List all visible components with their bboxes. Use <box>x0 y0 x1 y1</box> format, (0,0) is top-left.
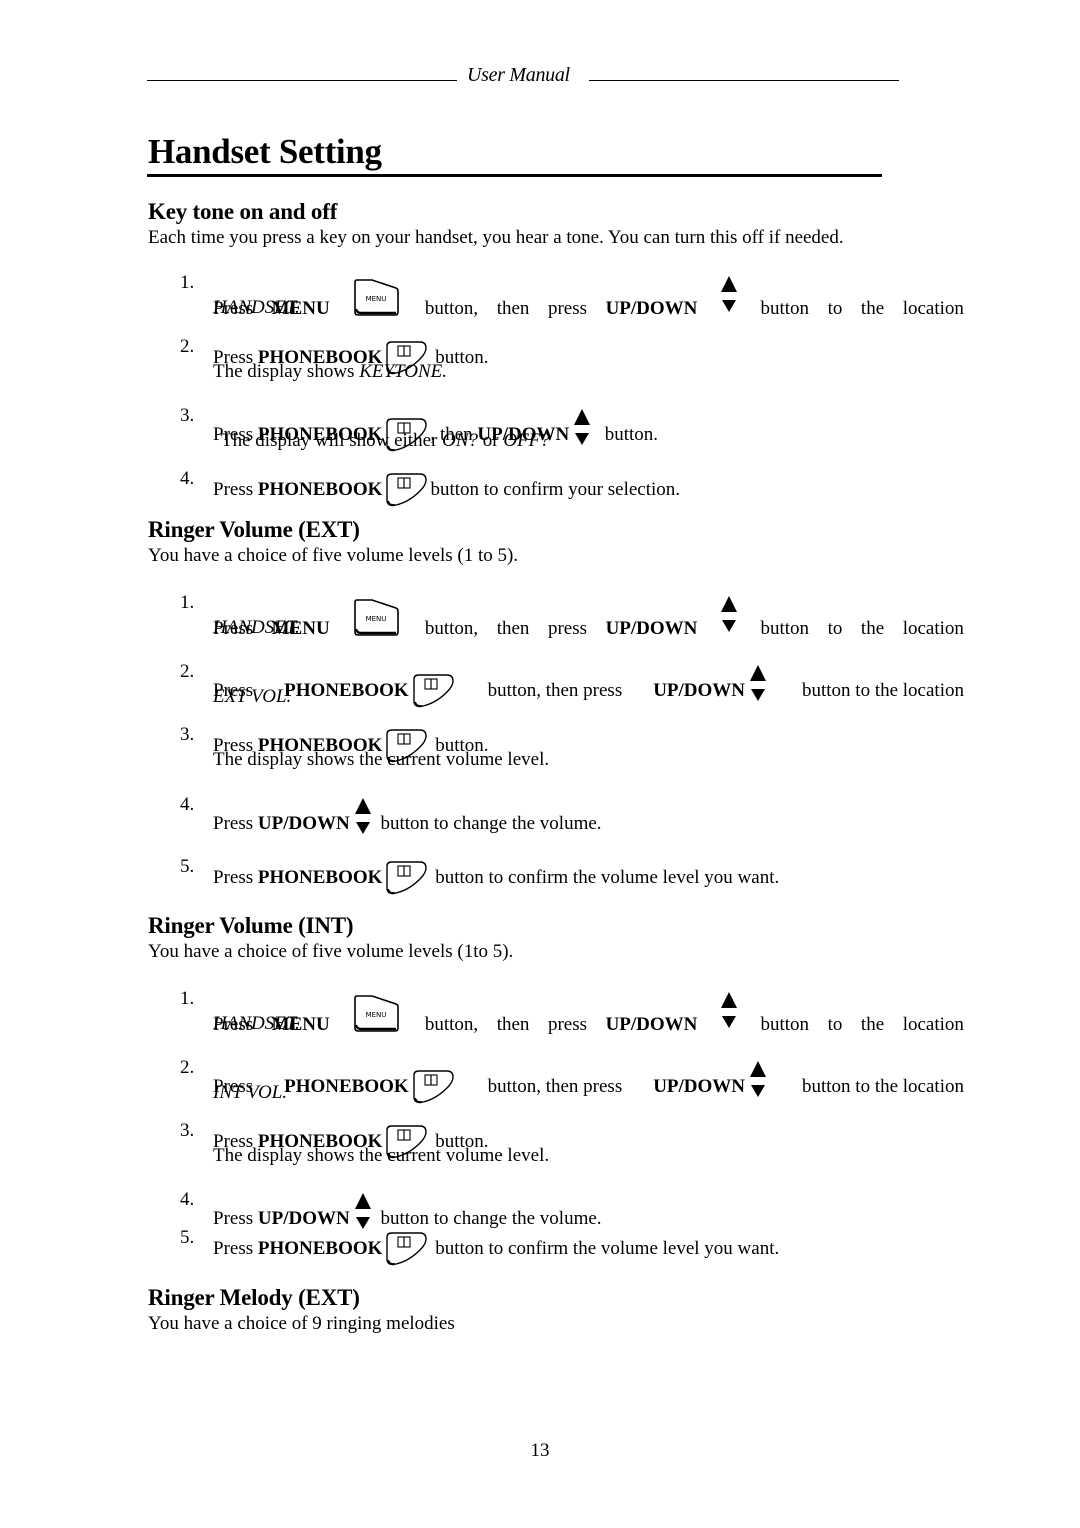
step-number: 5. <box>180 856 195 877</box>
button-name: UP/DOWN <box>257 813 350 834</box>
step-result: INT VOL. <box>213 1082 288 1103</box>
step-result: The display shows the current volume lev… <box>213 1145 550 1166</box>
step-number: 1. <box>180 988 195 1009</box>
step-number: 2. <box>180 336 195 357</box>
button-name: PHONEBOOK <box>257 867 383 888</box>
section-ringer-volume-int: Ringer Volume (INT) You have a choice of… <box>148 912 968 964</box>
step-number: 1. <box>180 592 195 613</box>
header-rule-left <box>147 80 457 81</box>
step-result: HANDSET. <box>213 1013 300 1034</box>
step-result: HANDSET. <box>213 617 300 638</box>
header-rule-right <box>589 80 899 81</box>
title-underline <box>147 174 882 177</box>
section-intro: You have a choice of five volume levels … <box>148 545 519 566</box>
step-number: 3. <box>180 724 195 745</box>
step-text: Press <box>213 1238 254 1259</box>
step-number: 4. <box>180 1189 195 1210</box>
step-result: The display shows the current volume lev… <box>213 749 550 770</box>
step-result: EXT VOL. <box>213 686 292 707</box>
section-heading: Ringer Melody (EXT) <box>148 1285 360 1310</box>
step-number: 2. <box>180 1057 195 1078</box>
section-key-tone: Key tone on and off Each time you press … <box>148 198 968 250</box>
display-text: KEYTONE. <box>359 361 448 382</box>
up-down-arrows-icon <box>354 796 372 840</box>
step-number: 3. <box>180 1120 195 1141</box>
section-ringer-volume-ext: Ringer Volume (EXT) You have a choice of… <box>148 516 968 568</box>
display-text: ON? <box>442 430 479 451</box>
step-result-text: or <box>482 430 499 451</box>
step-result-text: The display will show either <box>221 430 438 451</box>
section-intro: Each time you press a key on your handse… <box>148 227 844 248</box>
step-number: 4. <box>180 794 195 815</box>
phonebook-key-icon <box>384 860 428 896</box>
step-number: 5. <box>180 1227 195 1248</box>
page-number: 13 <box>530 1440 550 1461</box>
step-text: button to change the volume. <box>380 813 602 834</box>
page-title: Handset Setting <box>148 132 382 171</box>
step-text: button to confirm the volume level you w… <box>435 1238 780 1259</box>
step-text: button to confirm your selection. <box>430 479 681 500</box>
section-ringer-melody-ext: Ringer Melody (EXT) You have a choice of… <box>148 1284 968 1336</box>
step-number: 1. <box>180 272 195 293</box>
running-header-title: User Manual <box>467 64 570 86</box>
section-heading: Key tone on and off <box>148 199 338 224</box>
step-text: button to confirm the volume level you w… <box>435 867 780 888</box>
phonebook-key-icon <box>384 472 428 508</box>
step-result-text: The display shows <box>213 361 355 382</box>
step-text: Press <box>213 813 254 834</box>
section-intro: You have a choice of 9 ringing melodies <box>148 1313 455 1334</box>
manual-page: User Manual Handset Setting Key tone on … <box>0 0 1080 1528</box>
button-name: PHONEBOOK <box>257 1238 383 1259</box>
phonebook-key-icon <box>384 1231 428 1267</box>
step-number: 3. <box>180 405 195 426</box>
step-result: HANDSET. <box>213 297 300 318</box>
section-heading: Ringer Volume (EXT) <box>148 517 360 542</box>
step-number: 2. <box>180 661 195 682</box>
step-text: Press <box>213 479 254 500</box>
step-text: Press <box>213 867 254 888</box>
display-text: OFF? <box>503 430 550 451</box>
section-heading: Ringer Volume (INT) <box>148 913 354 938</box>
step-number: 4. <box>180 468 195 489</box>
running-header: User Manual <box>147 64 899 90</box>
section-intro: You have a choice of five volume levels … <box>148 941 514 962</box>
button-name: PHONEBOOK <box>257 479 383 500</box>
